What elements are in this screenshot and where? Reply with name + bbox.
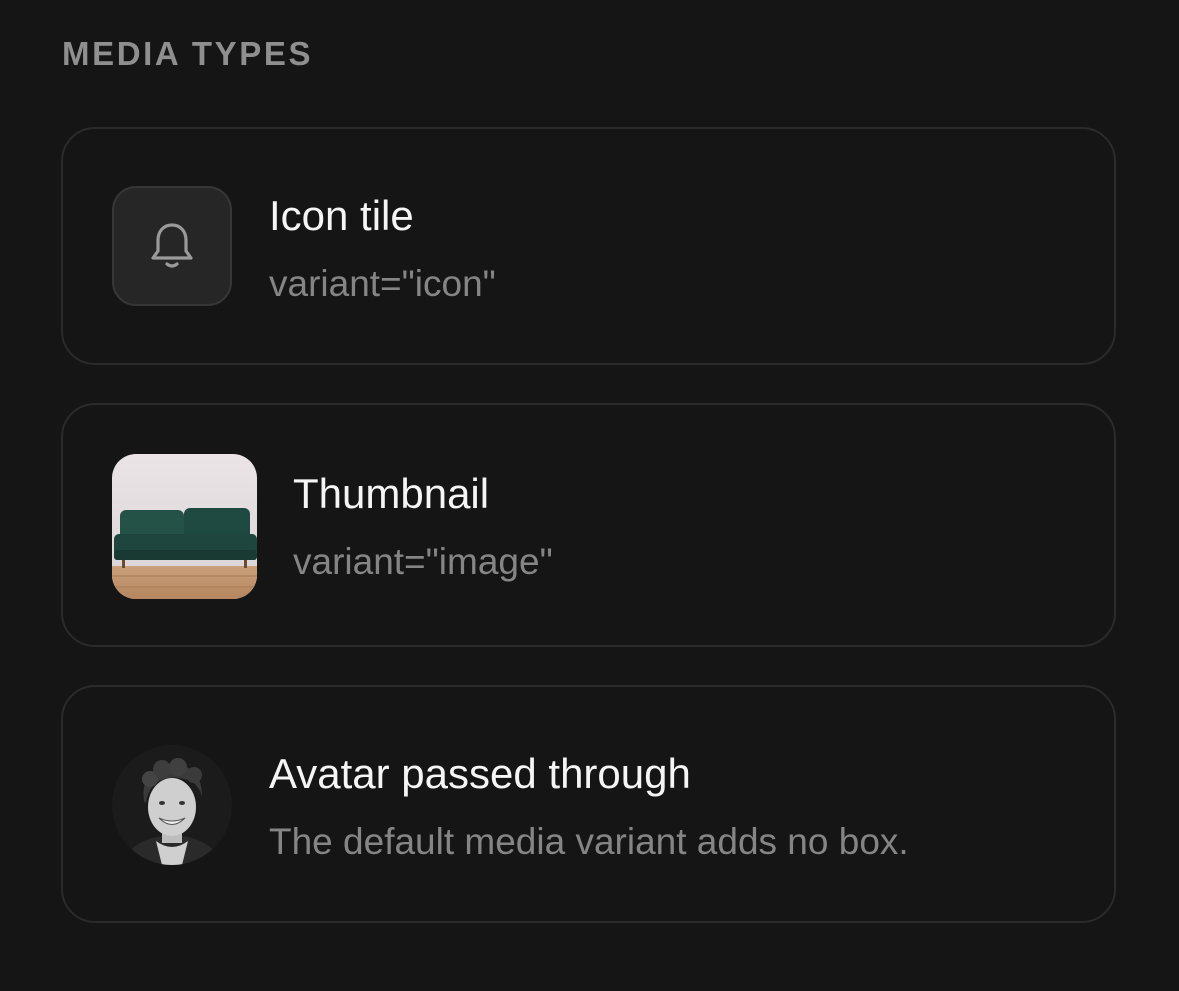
- item-text: Thumbnail variant="image": [293, 470, 553, 584]
- item-subtitle: The default media variant adds no box.: [269, 821, 909, 862]
- sofa-thumbnail-image: [112, 454, 257, 599]
- item-title: Thumbnail: [293, 470, 490, 517]
- item-text: Avatar passed through The default media …: [269, 750, 909, 864]
- person-avatar-image: [112, 745, 232, 865]
- avatar: [112, 745, 232, 865]
- icon-tile: [112, 186, 232, 306]
- bell-icon: [151, 223, 193, 268]
- item-title: Icon tile: [269, 192, 414, 239]
- media-item-avatar[interactable]: Avatar passed through The default media …: [61, 685, 1116, 923]
- item-title: Avatar passed through: [269, 750, 691, 797]
- item-subtitle: variant="icon": [269, 263, 496, 304]
- thumbnail-image: [112, 454, 257, 599]
- item-subtitle: variant="image": [293, 541, 553, 582]
- media-item-icon-tile[interactable]: Icon tile variant="icon": [61, 127, 1116, 365]
- item-text: Icon tile variant="icon": [269, 192, 496, 306]
- section-title: MEDIA TYPES: [62, 35, 314, 72]
- media-item-thumbnail[interactable]: Thumbnail variant="image": [61, 403, 1116, 647]
